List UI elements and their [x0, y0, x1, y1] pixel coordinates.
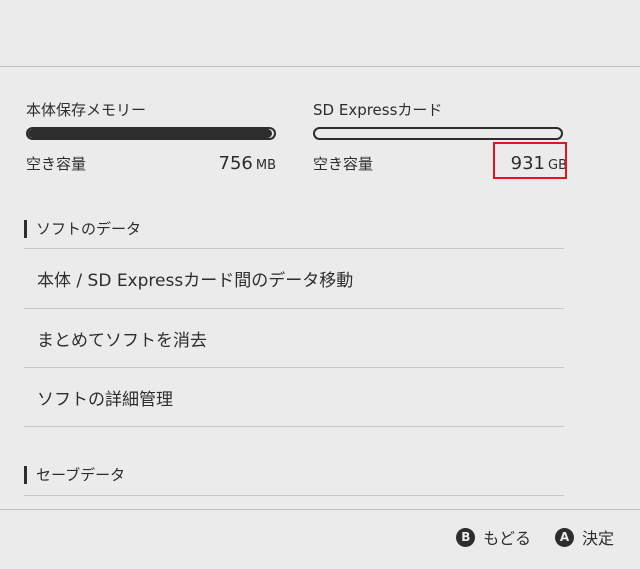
sd-free-highlight-box — [493, 142, 567, 179]
menu-divider — [24, 426, 564, 427]
confirm-button-label: 決定 — [581, 529, 614, 548]
internal-free-unit: MB — [255, 158, 276, 173]
back-button-label: もどる — [483, 529, 531, 548]
menu-item-label: まとめてソフトを消去 — [37, 330, 207, 351]
internal-free-value: 756 MB — [219, 153, 277, 177]
software-section-header: ソフトのデータ — [24, 220, 141, 238]
save-data-section-header: セーブデータ — [24, 466, 125, 484]
sd-free-label: 空き容量 — [313, 155, 374, 173]
menu-item-bulk-delete[interactable]: まとめてソフトを消去 — [24, 309, 564, 367]
menu-divider — [24, 495, 564, 496]
menu-item-label: 本体 / SD Expressカード間のデータ移動 — [37, 270, 354, 291]
sd-storage-bar — [313, 127, 563, 140]
internal-storage-bar — [26, 127, 276, 140]
confirm-button[interactable]: A 決定 — [554, 525, 614, 549]
menu-item-label: ソフトの詳細管理 — [37, 389, 173, 410]
footer-controls: B もどる A 決定 — [432, 525, 614, 549]
internal-storage-panel: 本体保存メモリー 空き容量 756 MB — [26, 101, 276, 177]
menu-item-move-data[interactable]: 本体 / SD Expressカード間のデータ移動 — [24, 249, 564, 307]
a-button-icon: A — [554, 527, 574, 547]
back-button[interactable]: B もどる — [456, 525, 531, 549]
internal-free-label: 空き容量 — [26, 155, 87, 173]
sd-storage-title: SD Expressカード — [313, 101, 443, 119]
b-button-icon: B — [456, 527, 476, 547]
top-divider — [0, 66, 640, 67]
internal-storage-title: 本体保存メモリー — [26, 101, 147, 119]
menu-item-software-details[interactable]: ソフトの詳細管理 — [24, 368, 564, 426]
internal-free-row: 空き容量 756 MB — [26, 153, 276, 177]
internal-storage-bar-fill — [28, 129, 272, 138]
bottom-divider — [0, 509, 640, 510]
data-management-screen: 本体保存メモリー 空き容量 756 MB SD Expressカード 空き容量 9… — [0, 0, 640, 569]
internal-free-number: 756 — [218, 153, 253, 174]
